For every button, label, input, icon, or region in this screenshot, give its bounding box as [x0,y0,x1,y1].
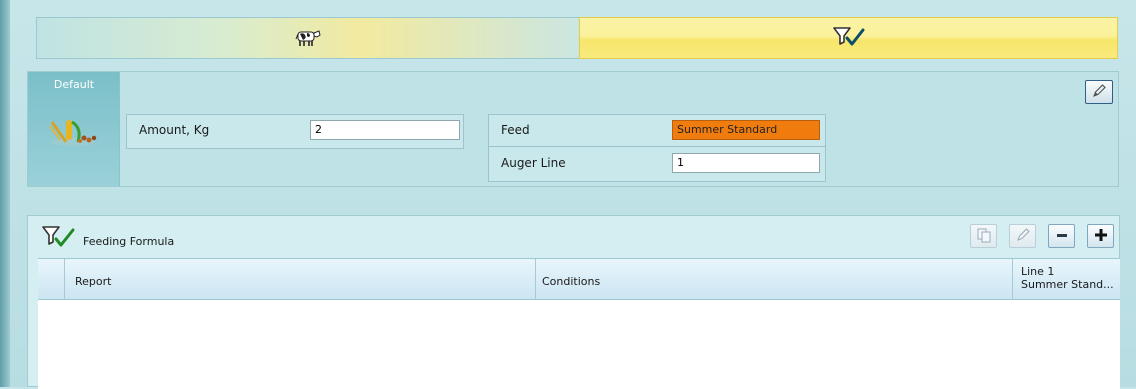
default-label: Default [53,78,95,91]
cow-icon [294,26,322,51]
default-profile-tile[interactable]: Default [28,72,120,186]
edit-formula-button[interactable] [1009,224,1036,248]
feed-settings-panel: Default Amount, Kg 2 Feed Summer Standar… [27,71,1119,187]
window-frame [0,0,10,387]
report-header: Report [75,275,112,288]
add-button[interactable] [1087,224,1114,248]
plus-icon [1093,227,1109,246]
tab-animals[interactable] [36,17,579,59]
copy-icon [976,227,992,246]
auger-line-label: Auger Line [501,156,566,170]
copy-button[interactable] [970,224,997,248]
row-selector-column[interactable] [38,259,65,299]
column-line-1[interactable]: Line 1 Summer Stand... [1013,259,1120,299]
amount-input[interactable]: 2 [310,120,460,140]
auger-line-input[interactable]: 1 [672,153,820,173]
pencil-icon [1015,227,1031,246]
formula-grid: Report Conditions Line 1 Summer Stand... [38,258,1120,389]
feed-select[interactable]: Summer Standard [672,120,820,140]
line-1-header: Line 1 [1021,265,1055,278]
feeding-formula-panel: Feeding Formula Report Conditions Line 1… [27,215,1120,389]
column-conditions[interactable]: Conditions [536,259,1013,299]
amount-group: Amount, Kg 2 [126,114,464,149]
feed-label: Feed [501,123,530,137]
amount-label: Amount, Kg [139,123,210,137]
pencil-icon [1091,83,1107,102]
remove-button[interactable] [1048,224,1075,248]
conditions-header: Conditions [542,275,601,288]
feed-auger-group: Feed Summer Standard Auger Line 1 [488,114,826,182]
feed-grain-icon [46,114,100,151]
edit-settings-button[interactable] [1085,80,1113,104]
feeding-formula-title: Feeding Formula [83,235,175,248]
minus-icon [1054,227,1070,246]
grid-header: Report Conditions Line 1 Summer Stand... [38,259,1120,300]
funnel-check-icon [831,25,867,52]
formula-header: Feeding Formula [28,216,1119,256]
line-1-feed-header: Summer Stand... [1021,278,1114,291]
funnel-check-icon [40,224,78,253]
tab-feeding[interactable] [579,17,1118,59]
column-report[interactable]: Report [65,259,536,299]
tab-bar [36,17,1118,59]
